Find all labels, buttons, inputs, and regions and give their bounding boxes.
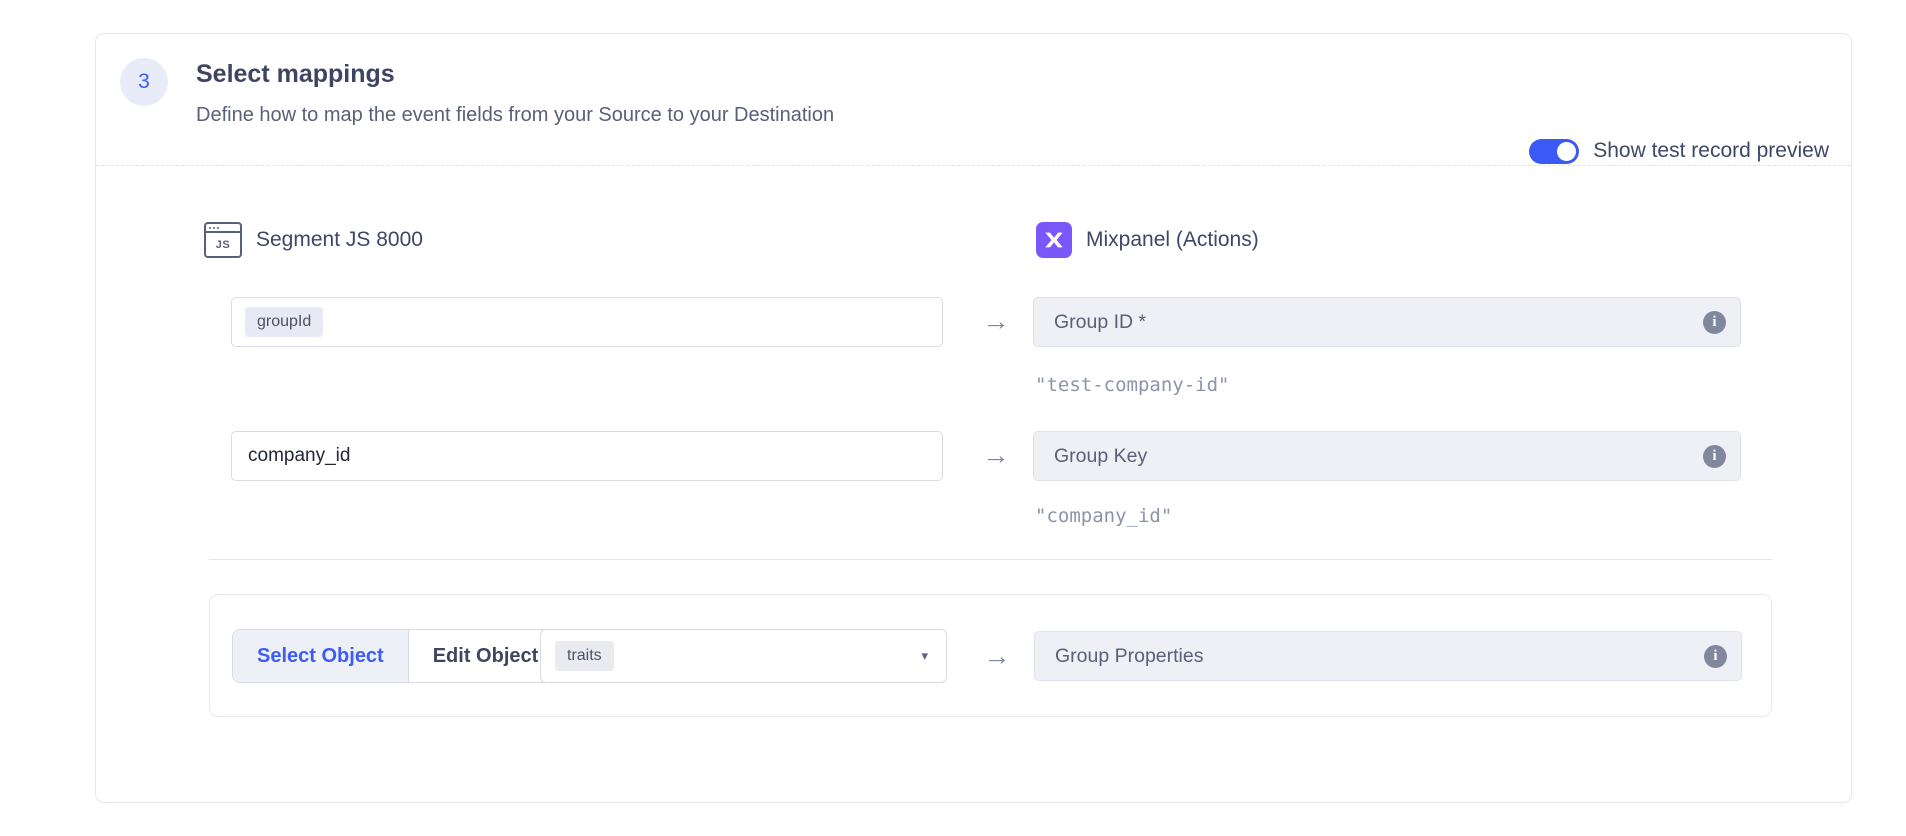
js-browser-window-icon: JS	[204, 222, 242, 258]
destination-endpoint: Mixpanel (Actions)	[1036, 221, 1259, 259]
section-divider	[209, 559, 1772, 560]
info-icon[interactable]: i	[1703, 311, 1726, 334]
dest-field-group-key: Group Key i	[1033, 431, 1741, 481]
dest-field-label: Group Properties	[1055, 645, 1704, 668]
toggle-label: Show test record preview	[1593, 139, 1829, 163]
test-record-preview-value: "company_id"	[1035, 501, 1172, 531]
source-field-chip[interactable]: groupId	[245, 307, 323, 337]
show-test-record-preview-toggle[interactable]	[1529, 139, 1579, 164]
source-endpoint: JS Segment JS 8000	[204, 221, 423, 259]
page-subtitle: Define how to map the event fields from …	[196, 102, 834, 128]
mapping-arrow-icon: →	[977, 641, 1017, 672]
select-object-button[interactable]: Select Object	[233, 630, 409, 682]
info-icon[interactable]: i	[1704, 645, 1727, 668]
source-field-input-groupid[interactable]: groupId	[231, 297, 943, 347]
source-field-text: company_id	[248, 445, 350, 467]
card-header: 3 Select mappings Define how to map the …	[96, 34, 1851, 166]
toggle-knob	[1557, 142, 1576, 161]
source-name: Segment JS 8000	[256, 228, 423, 252]
dest-field-label: Group Key	[1054, 445, 1703, 468]
dest-field-group-properties: Group Properties i	[1034, 631, 1742, 681]
header-text: Select mappings Define how to map the ev…	[196, 59, 834, 128]
dest-field-group-id: Group ID * i	[1033, 297, 1741, 347]
dest-field-label: Group ID *	[1054, 311, 1703, 334]
test-record-preview-toggle-group: Show test record preview	[1529, 138, 1829, 164]
mapping-arrow-icon: →	[976, 306, 1016, 337]
source-field-input-company-id[interactable]: company_id	[231, 431, 943, 481]
step-number-badge: 3	[120, 58, 168, 106]
destination-name: Mixpanel (Actions)	[1086, 228, 1259, 252]
test-record-preview-value: "test-company-id"	[1035, 370, 1229, 400]
page-title: Select mappings	[196, 59, 834, 89]
dropdown-value-chip: traits	[555, 641, 614, 671]
info-icon[interactable]: i	[1703, 445, 1726, 468]
object-mapping-box: Select Object Edit Object traits ▾ → Gro…	[209, 594, 1772, 717]
object-mode-segmented-control: Select Object Edit Object	[232, 629, 563, 683]
select-mappings-card: 3 Select mappings Define how to map the …	[95, 33, 1852, 803]
mixpanel-icon	[1036, 222, 1072, 258]
mapping-arrow-icon: →	[976, 440, 1016, 471]
object-source-dropdown[interactable]: traits ▾	[540, 629, 947, 683]
chevron-down-icon: ▾	[921, 648, 928, 664]
